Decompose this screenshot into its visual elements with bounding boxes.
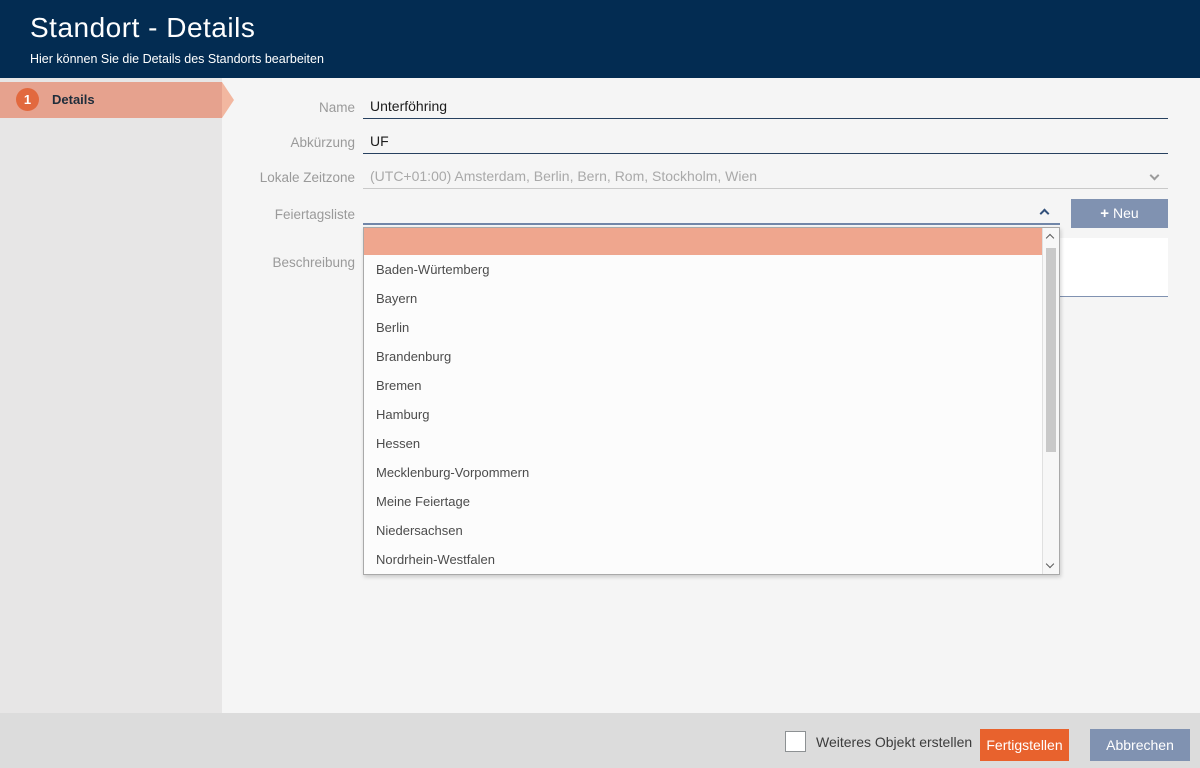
dropdown-item[interactable]: Brandenburg (364, 342, 1043, 371)
chevron-up-icon[interactable] (1040, 209, 1050, 219)
dropdown-item[interactable]: Mecklenburg-Vorpommern (364, 458, 1043, 487)
plus-icon: + (1100, 205, 1109, 222)
timezone-select[interactable]: (UTC+01:00) Amsterdam, Berlin, Bern, Rom… (363, 166, 1168, 189)
dropdown-item[interactable]: Hamburg (364, 400, 1043, 429)
holiday-dropdown-list: Baden-WürtembergBayernBerlinBrandenburgB… (364, 228, 1043, 574)
dropdown-scrollbar[interactable] (1042, 228, 1059, 574)
create-another-label: Weiteres Objekt erstellen (816, 734, 972, 750)
abbreviation-input-value: UF (363, 131, 1168, 151)
page-subtitle: Hier können Sie die Details des Standort… (30, 52, 324, 66)
dropdown-item[interactable]: Berlin (364, 313, 1043, 342)
name-input[interactable]: Unterföhring (363, 96, 1168, 119)
new-button-label: Neu (1113, 205, 1139, 221)
description-label: Beschreibung (0, 255, 355, 270)
dropdown-item[interactable]: Bayern (364, 284, 1043, 313)
dropdown-item[interactable]: Niedersachsen (364, 516, 1043, 545)
finish-button[interactable]: Fertigstellen (980, 729, 1069, 761)
footer-bar: Weiteres Objekt erstellen Fertigstellen … (0, 713, 1200, 768)
scroll-up-icon[interactable] (1046, 234, 1054, 242)
dropdown-item-selected[interactable] (364, 228, 1043, 255)
dropdown-item[interactable]: Nordrhein-Westfalen (364, 545, 1043, 574)
new-holiday-list-button[interactable]: +Neu (1071, 199, 1168, 228)
name-input-value: Unterföhring (363, 96, 1168, 116)
holiday-list-label: Feiertagsliste (0, 207, 355, 222)
abbreviation-input[interactable]: UF (363, 131, 1168, 154)
holiday-list-combobox[interactable] (363, 202, 1060, 225)
dropdown-item[interactable]: Bremen (364, 371, 1043, 400)
scroll-down-icon[interactable] (1046, 560, 1054, 568)
scrollbar-thumb[interactable] (1046, 248, 1056, 452)
holiday-list-dropdown: Baden-WürtembergBayernBerlinBrandenburgB… (363, 227, 1060, 575)
dropdown-item[interactable]: Baden-Würtemberg (364, 255, 1043, 284)
dropdown-item[interactable]: Hessen (364, 429, 1043, 458)
page-title: Standort - Details (30, 12, 255, 44)
create-another-checkbox[interactable] (785, 731, 806, 752)
page-header: Standort - Details Hier können Sie die D… (0, 0, 1200, 78)
name-label: Name (0, 100, 355, 115)
timezone-label: Lokale Zeitzone (0, 170, 355, 185)
abbreviation-label: Abkürzung (0, 135, 355, 150)
dropdown-item[interactable]: Meine Feiertage (364, 487, 1043, 516)
timezone-select-value: (UTC+01:00) Amsterdam, Berlin, Bern, Rom… (363, 166, 1168, 186)
cancel-button[interactable]: Abbrechen (1090, 729, 1190, 761)
